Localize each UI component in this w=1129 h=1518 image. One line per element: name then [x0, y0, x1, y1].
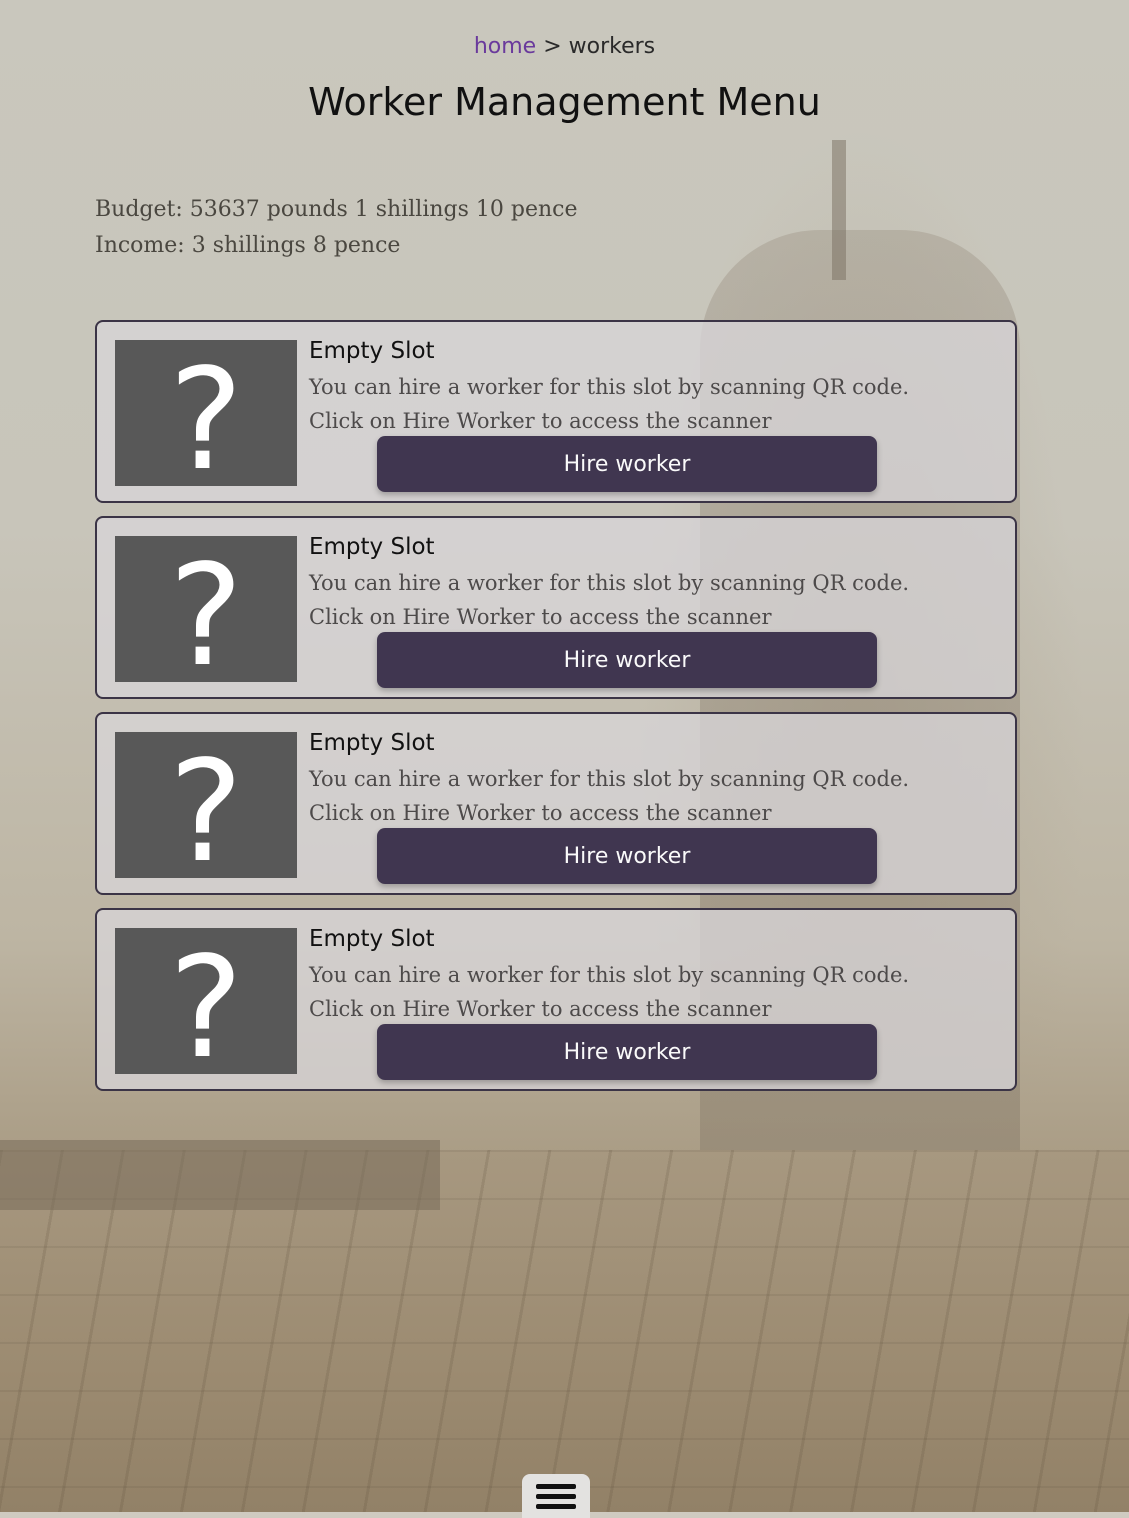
slot-description-line: Click on Hire Worker to access the scann… — [309, 801, 772, 825]
svg-text:?: ? — [169, 536, 243, 682]
slot-description-line: You can hire a worker for this slot by s… — [309, 767, 910, 791]
question-mark-icon: ? — [115, 536, 297, 682]
slot-description-line: You can hire a worker for this slot by s… — [309, 963, 910, 987]
slot-title: Empty Slot — [309, 730, 435, 756]
svg-text:?: ? — [169, 732, 243, 878]
question-mark-icon: ? — [115, 732, 297, 878]
hamburger-line — [536, 1484, 576, 1489]
hire-worker-button[interactable]: Hire worker — [377, 436, 877, 492]
page-content: home > workers Worker Management Menu Bu… — [0, 0, 1129, 1518]
slot-title: Empty Slot — [309, 926, 435, 952]
hamburger-line — [536, 1504, 576, 1509]
breadcrumb-home-link[interactable]: home — [474, 34, 536, 59]
slot-description: You can hire a worker for this slot by s… — [309, 958, 999, 1026]
slot-description-line: You can hire a worker for this slot by s… — [309, 375, 910, 399]
slot-description-line: You can hire a worker for this slot by s… — [309, 571, 910, 595]
finance-stats: Budget: 53637 pounds 1 shillings 10 penc… — [95, 192, 578, 264]
slot-description: You can hire a worker for this slot by s… — [309, 370, 999, 438]
hamburger-menu-icon[interactable] — [522, 1474, 590, 1518]
income-text: Income: 3 shillings 8 pence — [95, 233, 401, 258]
worker-slot-list: ? Empty Slot You can hire a worker for t… — [95, 320, 1017, 1104]
worker-slot: ? Empty Slot You can hire a worker for t… — [95, 516, 1017, 699]
svg-text:?: ? — [169, 928, 243, 1074]
breadcrumb-separator: > — [536, 34, 569, 59]
hire-worker-button[interactable]: Hire worker — [377, 632, 877, 688]
slot-description: You can hire a worker for this slot by s… — [309, 762, 999, 830]
breadcrumb-current: workers — [568, 34, 656, 59]
slot-title: Empty Slot — [309, 534, 435, 560]
svg-text:?: ? — [169, 340, 243, 486]
slot-title: Empty Slot — [309, 338, 435, 364]
slot-description-line: Click on Hire Worker to access the scann… — [309, 409, 772, 433]
slot-description-line: Click on Hire Worker to access the scann… — [309, 605, 772, 629]
hire-worker-button[interactable]: Hire worker — [377, 1024, 877, 1080]
page-title: Worker Management Menu — [308, 80, 821, 124]
worker-slot: ? Empty Slot You can hire a worker for t… — [95, 712, 1017, 895]
breadcrumb: home > workers — [0, 34, 1129, 59]
question-mark-icon: ? — [115, 928, 297, 1074]
hamburger-line — [536, 1494, 576, 1499]
hire-worker-button[interactable]: Hire worker — [377, 828, 877, 884]
slot-description-line: Click on Hire Worker to access the scann… — [309, 997, 772, 1021]
worker-slot: ? Empty Slot You can hire a worker for t… — [95, 908, 1017, 1091]
slot-description: You can hire a worker for this slot by s… — [309, 566, 999, 634]
worker-slot: ? Empty Slot You can hire a worker for t… — [95, 320, 1017, 503]
budget-text: Budget: 53637 pounds 1 shillings 10 penc… — [95, 197, 578, 222]
question-mark-icon: ? — [115, 340, 297, 486]
